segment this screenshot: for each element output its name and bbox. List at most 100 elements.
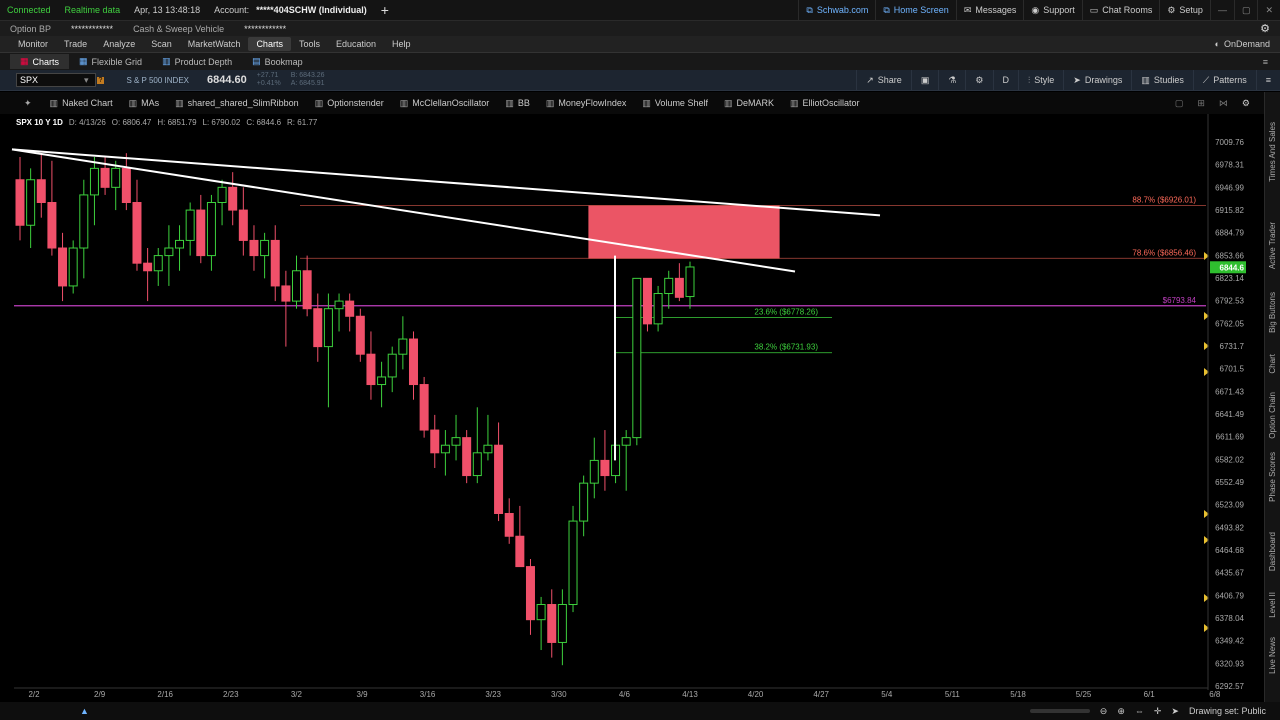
- ondemand-button[interactable]: ◐ OnDemand: [1215, 39, 1280, 49]
- chart-info-line: SPX 10 Y 1D D: 4/13/26 O: 6806.47 H: 685…: [16, 118, 317, 127]
- side-tab-chart[interactable]: Chart: [1268, 354, 1277, 374]
- study-label: ElliotOscillator: [802, 98, 860, 108]
- zoom-out-icon[interactable]: ⊖: [1100, 706, 1108, 717]
- y-tick-label: 6884.79: [1215, 229, 1244, 238]
- subtab-product-depth[interactable]: ▥ Product Depth: [152, 54, 242, 69]
- study-set-icon: ▥: [723, 97, 733, 108]
- settings-gear-icon[interactable]: ⚙: [1250, 22, 1280, 35]
- chart-settings-icon[interactable]: ⚙: [965, 70, 992, 90]
- supply-zone: [588, 205, 780, 259]
- symbol-link-icon[interactable]: ?: [96, 76, 105, 84]
- subtab-flexible-grid[interactable]: ▦ Flexible Grid: [69, 54, 152, 69]
- symbol-description: S & P 500 INDEX: [126, 75, 189, 85]
- chatrooms-label: Chat Rooms: [1102, 5, 1153, 15]
- ask-value: A: 6845.91: [290, 80, 325, 87]
- menu-charts[interactable]: Charts: [248, 37, 291, 51]
- price-chart[interactable]: 88.7% ($6926.01) 78.6% ($6856.46) $6793.84…: [0, 114, 1264, 720]
- candle-body: [515, 535, 525, 568]
- study-label: Optionstender: [327, 98, 384, 108]
- expand-icon[interactable]: ▲: [80, 706, 89, 716]
- fit-icon[interactable]: ⇔: [1135, 706, 1144, 716]
- study-mas[interactable]: ▥ MAs: [121, 98, 168, 109]
- schwab-link[interactable]: ⧉ Schwab.com: [798, 0, 875, 20]
- account-selector[interactable]: *****404SCHW (Individual): [249, 5, 374, 15]
- layout-icon[interactable]: ⋈: [1219, 98, 1228, 109]
- side-tab-dashboard[interactable]: Dashboard: [1268, 532, 1277, 571]
- home-screen-button[interactable]: ⧉ Home Screen: [875, 0, 955, 20]
- grid-icon[interactable]: ⊞: [1197, 98, 1205, 109]
- crosshair-icon[interactable]: ✛: [1154, 706, 1162, 717]
- setup-button[interactable]: ⚙ Setup: [1159, 0, 1210, 20]
- pointer-icon[interactable]: ➤: [1171, 706, 1179, 717]
- candle-body: [89, 167, 99, 196]
- support-button[interactable]: ◉ Support: [1023, 0, 1081, 20]
- study-naked-chart[interactable]: ▥ Naked Chart: [42, 98, 121, 109]
- study-volume-shelf[interactable]: ▥ Volume Shelf: [634, 98, 716, 109]
- candle-body: [664, 277, 674, 295]
- study-bb[interactable]: ▥ BB: [497, 98, 538, 109]
- menu-trade[interactable]: Trade: [56, 37, 95, 51]
- side-tab-big-buttons[interactable]: Big Buttons: [1268, 292, 1277, 333]
- candle-body: [175, 239, 185, 249]
- messages-button[interactable]: ✉ Messages: [955, 0, 1024, 20]
- side-tab-option-chain[interactable]: Option Chain: [1268, 392, 1277, 439]
- menu-scan[interactable]: Scan: [143, 37, 180, 51]
- patterns-button[interactable]: ⟋ Patterns: [1192, 70, 1256, 90]
- drawing-set-label[interactable]: Drawing set: Public: [1189, 706, 1266, 716]
- menu-marketwatch[interactable]: MarketWatch: [180, 37, 249, 51]
- side-tab-phase-scores[interactable]: Phase Scores: [1268, 452, 1277, 502]
- depth-icon: ▥: [162, 56, 171, 66]
- side-tab-times-and-sales[interactable]: Times And Sales: [1268, 122, 1277, 182]
- share-button[interactable]: ↗ Share: [856, 70, 911, 90]
- studies-button[interactable]: ▥ Studies: [1131, 70, 1193, 90]
- side-tab-active-trader[interactable]: Active Trader: [1268, 222, 1277, 269]
- drawings-button[interactable]: ➤ Drawings: [1063, 70, 1131, 90]
- cash-sweep-label: Cash & Sweep Vehicle: [133, 23, 225, 34]
- add-icon[interactable]: +: [374, 2, 396, 18]
- x-tick-label: 3/9: [356, 690, 368, 699]
- patterns-icon: ⟋: [1202, 74, 1210, 85]
- study-set-icon: ▥: [790, 97, 799, 108]
- close-button[interactable]: ✕: [1257, 0, 1280, 20]
- flask-icon[interactable]: ⚗: [938, 70, 965, 90]
- study-moneyflowindex[interactable]: ▥ MoneyFlowIndex: [538, 98, 635, 109]
- zoom-in-icon[interactable]: ⊕: [1117, 706, 1125, 717]
- window-icon[interactable]: ▢: [1175, 98, 1184, 109]
- study-optionstender[interactable]: ▥ Optionstender: [307, 98, 392, 109]
- period-button[interactable]: D: [992, 70, 1019, 90]
- study-elliotoscillator[interactable]: ▥ ElliotOscillator: [782, 98, 868, 109]
- gear-settings-icon[interactable]: ⚙: [1242, 98, 1250, 109]
- y-tick-label: 6378.04: [1215, 614, 1244, 623]
- menu-help[interactable]: Help: [384, 37, 419, 51]
- snapshot-icon[interactable]: ▣: [910, 70, 939, 90]
- chat-rooms-button[interactable]: ▭ Chat Rooms: [1081, 0, 1160, 20]
- minimize-button[interactable]: —: [1209, 0, 1234, 20]
- subtab-label: Product Depth: [174, 56, 233, 67]
- side-tab-live-news[interactable]: Live News: [1268, 637, 1277, 674]
- bottom-bar: ▲ ⊖ ⊕ ⇔ ✛ ➤ Drawing set: Public: [0, 702, 1280, 720]
- menu-analyze[interactable]: Analyze: [95, 37, 143, 51]
- side-tab-level-ii[interactable]: Level II: [1268, 592, 1277, 618]
- symbol-dropdown-icon[interactable]: ▾: [84, 75, 89, 86]
- study-mcclellanoscillator[interactable]: ▥ McClellanOscillator: [392, 98, 498, 109]
- subtab-bookmap[interactable]: ▤ Bookmap: [242, 54, 313, 69]
- subtab-charts[interactable]: ▦ Charts: [10, 54, 70, 69]
- menu-tools[interactable]: Tools: [291, 37, 328, 51]
- menu-education[interactable]: Education: [328, 37, 384, 51]
- symbol-bar: SPX ▾ ? S & P 500 INDEX 6844.60 +27.71 +0…: [0, 70, 1280, 91]
- scroll-track[interactable]: [1029, 709, 1090, 713]
- x-tick-label: 4/20: [748, 690, 764, 699]
- realtime-status: Realtime data: [64, 5, 121, 15]
- candle-body: [483, 444, 493, 454]
- style-button[interactable]: ⫶ Style: [1018, 70, 1063, 90]
- maximize-button[interactable]: ▢: [1233, 0, 1258, 20]
- study-shared-shared-slimribbon[interactable]: ▥ shared_shared_SlimRibbon: [167, 98, 307, 109]
- pin-icon[interactable]: ✦: [0, 98, 42, 109]
- study-demark[interactable]: ▥ DeMARK: [716, 98, 782, 109]
- hamburger-icon[interactable]: ≡: [1263, 57, 1280, 67]
- level-label: 78.6% ($6856.46): [1132, 248, 1196, 257]
- y-tick-label: 6582.02: [1215, 455, 1244, 464]
- menu-monitor[interactable]: Monitor: [10, 37, 56, 51]
- panel-menu-icon[interactable]: ≡: [1255, 70, 1280, 90]
- studies-label: Studies: [1153, 75, 1184, 85]
